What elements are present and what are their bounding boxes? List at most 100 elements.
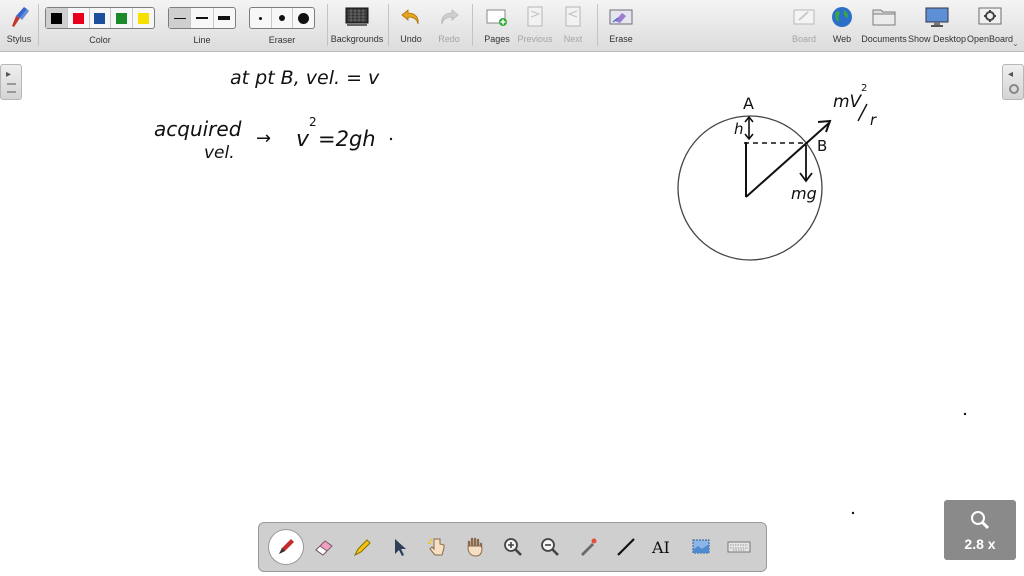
svg-text:AI: AI xyxy=(651,538,670,557)
color-swatch-red[interactable] xyxy=(68,8,90,28)
eraser-large[interactable] xyxy=(293,8,314,28)
openboard-menu-button[interactable]: OpenBoard xyxy=(967,0,1013,52)
selector-tool[interactable] xyxy=(382,530,416,564)
redo-button[interactable]: Redo xyxy=(434,0,464,52)
pen-tool[interactable] xyxy=(269,530,303,564)
pages-button[interactable]: Pages xyxy=(482,0,512,52)
arrow-cursor-icon xyxy=(395,539,407,556)
color-swatch-black[interactable] xyxy=(46,8,68,28)
toolbar-separator xyxy=(388,4,389,46)
toolbar-separator xyxy=(472,4,473,46)
pointing-hand-icon xyxy=(428,538,445,556)
whiteboard-canvas[interactable]: at pt B, vel. = v acquired vel. → v 2 =2… xyxy=(0,52,1024,576)
eraser-small[interactable] xyxy=(250,8,272,28)
line-label: Line xyxy=(193,35,211,45)
globe-icon xyxy=(827,0,857,34)
color-swatch-yellow[interactable] xyxy=(133,8,154,28)
stray-dot xyxy=(851,511,855,515)
capture-icon xyxy=(692,539,710,554)
tool-palette: AI xyxy=(258,522,767,572)
main-toolbar: Stylus Color Line Eraser Backgrounds Und… xyxy=(0,0,1024,52)
text-tool[interactable]: AI xyxy=(647,530,681,564)
color-swatch-blue[interactable] xyxy=(90,8,112,28)
keyboard-icon xyxy=(727,541,751,553)
previous-page-button[interactable]: Previous xyxy=(518,0,553,52)
line-width-picker[interactable] xyxy=(168,7,236,29)
board-button[interactable]: Board xyxy=(789,0,819,52)
add-page-icon xyxy=(482,0,512,34)
stray-dot xyxy=(963,412,967,416)
eraser-icon xyxy=(314,540,333,556)
color-swatch-green[interactable] xyxy=(111,8,134,28)
zoom-magnifier-icon xyxy=(971,511,990,530)
line-thick[interactable] xyxy=(214,8,235,28)
color-picker[interactable] xyxy=(45,7,155,29)
zoom-in-icon xyxy=(503,538,522,556)
undo-button[interactable]: Undo xyxy=(396,0,426,52)
note-acquired: acquired xyxy=(154,117,242,141)
label-mv: mV xyxy=(833,92,863,112)
next-page-icon xyxy=(558,0,588,34)
highlighter-icon xyxy=(353,539,371,557)
note-implies-arrow: → xyxy=(256,128,271,149)
collapse-chevron-icon[interactable]: ⌄ xyxy=(1012,39,1019,48)
next-page-button[interactable]: Next xyxy=(558,0,588,52)
interact-tool[interactable] xyxy=(420,530,454,564)
zoom-out-tool[interactable] xyxy=(533,530,567,564)
laser-pointer-icon xyxy=(581,538,597,556)
erase-button[interactable]: Erase xyxy=(606,0,636,52)
laser-pointer-tool[interactable] xyxy=(571,530,605,564)
undo-icon xyxy=(396,0,426,34)
toolbar-separator xyxy=(38,4,39,46)
web-button[interactable]: Web xyxy=(827,0,857,52)
eraser-medium[interactable] xyxy=(272,8,294,28)
line-medium[interactable] xyxy=(191,8,214,28)
desktop-icon xyxy=(922,0,952,34)
pen-icon xyxy=(279,539,294,554)
folder-icon xyxy=(869,0,899,34)
hand-icon xyxy=(467,537,483,557)
backgrounds-icon xyxy=(342,0,372,34)
circle-diagram: A h B mg mV 2 r xyxy=(677,83,877,261)
zoom-out-icon xyxy=(541,538,560,556)
text-icon: AI xyxy=(651,538,670,557)
note-equals-2gh: =2gh xyxy=(318,127,376,151)
label-mg: mg xyxy=(791,184,817,203)
stylus-icon xyxy=(4,0,34,34)
label-mv-exponent: 2 xyxy=(861,83,867,94)
erase-board-icon xyxy=(606,0,636,34)
eraser-tool[interactable] xyxy=(307,530,341,564)
label-b: B xyxy=(817,137,827,155)
toolbar-separator xyxy=(597,4,598,46)
hand-tool[interactable] xyxy=(458,530,492,564)
zoom-in-tool[interactable] xyxy=(496,530,530,564)
line-icon xyxy=(616,538,635,556)
label-h: h xyxy=(734,120,744,138)
show-desktop-button[interactable]: Show Desktop xyxy=(908,0,966,52)
label-a: A xyxy=(743,94,754,113)
highlighter-tool[interactable] xyxy=(345,530,379,564)
zoom-indicator[interactable]: 2.8 x xyxy=(944,500,1016,560)
note-line-vel-at-b: at pt B, vel. = v xyxy=(230,67,380,89)
label-r: r xyxy=(870,111,877,129)
board-icon xyxy=(789,0,819,34)
eraser-label: Eraser xyxy=(268,35,296,45)
previous-page-icon xyxy=(520,0,550,34)
openboard-window: Stylus Color Line Eraser Backgrounds Und… xyxy=(0,0,1024,576)
virtual-keyboard-tool[interactable] xyxy=(722,530,756,564)
line-thin[interactable] xyxy=(169,8,192,28)
capture-tool[interactable] xyxy=(684,530,718,564)
redo-icon xyxy=(434,0,464,34)
note-v: v xyxy=(296,127,310,152)
note-vel: vel. xyxy=(204,143,235,163)
toolbar-separator xyxy=(327,4,328,46)
line-tool[interactable] xyxy=(609,530,643,564)
gear-icon xyxy=(975,0,1005,34)
backgrounds-button[interactable]: Backgrounds xyxy=(331,0,383,52)
note-dot xyxy=(389,137,393,141)
zoom-level: 2.8 x xyxy=(964,536,996,552)
eraser-size-picker[interactable] xyxy=(249,7,315,29)
stylus-button[interactable]: Stylus xyxy=(4,0,34,52)
documents-button[interactable]: Documents xyxy=(861,0,907,52)
note-v-exponent: 2 xyxy=(309,115,317,129)
